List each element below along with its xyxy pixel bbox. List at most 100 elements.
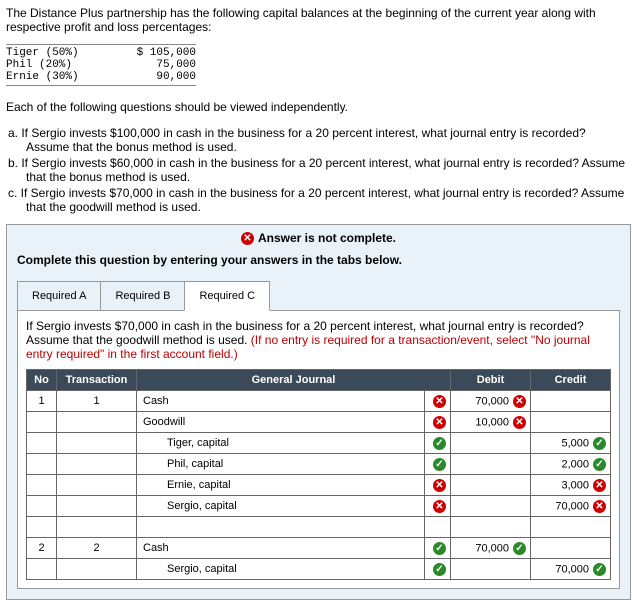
- check-icon: ✓: [433, 458, 446, 471]
- part-c: c. If Sergio invests $70,000 in cash in …: [8, 186, 631, 214]
- check-icon: ✓: [433, 563, 446, 576]
- table-row: Ernie, capital✕3,000✕: [27, 475, 611, 496]
- cell[interactable]: [27, 433, 57, 454]
- check-icon: ✓: [433, 437, 446, 450]
- x-icon: ✕: [593, 500, 606, 513]
- cell[interactable]: [57, 454, 137, 475]
- cell[interactable]: ✓: [425, 454, 451, 475]
- cell[interactable]: 70,000✓: [451, 538, 531, 559]
- cell[interactable]: [27, 412, 57, 433]
- tab-required-c[interactable]: Required C: [184, 281, 270, 311]
- cell[interactable]: 2: [57, 538, 137, 559]
- check-icon: ✓: [593, 458, 606, 471]
- cell[interactable]: Cash: [137, 538, 425, 559]
- x-icon: ✕: [513, 416, 526, 429]
- tab-required-a[interactable]: Required A: [17, 281, 101, 311]
- cell[interactable]: ✕: [425, 391, 451, 412]
- cell[interactable]: [531, 517, 611, 538]
- cell[interactable]: ✓: [425, 538, 451, 559]
- cell[interactable]: [27, 559, 57, 580]
- cell[interactable]: [425, 517, 451, 538]
- x-icon: ✕: [433, 416, 446, 429]
- cell[interactable]: [451, 559, 531, 580]
- tabs: Required A Required B Required C: [7, 281, 630, 311]
- cell[interactable]: ✓: [425, 433, 451, 454]
- balance-amount: $ 105,000: [116, 47, 196, 59]
- intro-text: The Distance Plus partnership has the fo…: [6, 6, 631, 34]
- cell[interactable]: [451, 496, 531, 517]
- cell[interactable]: 2: [27, 538, 57, 559]
- cell[interactable]: [137, 517, 425, 538]
- cell[interactable]: Cash: [137, 391, 425, 412]
- complete-instruction: Complete this question by entering your …: [7, 253, 630, 277]
- x-icon: ✕: [433, 500, 446, 513]
- cell[interactable]: [451, 475, 531, 496]
- col-credit: Credit: [531, 370, 611, 391]
- cell[interactable]: Goodwill: [137, 412, 425, 433]
- balance-amount: 75,000: [116, 59, 196, 71]
- cell[interactable]: ✕: [425, 412, 451, 433]
- x-icon: ✕: [433, 395, 446, 408]
- table-row: 22Cash✓70,000✓: [27, 538, 611, 559]
- cell[interactable]: 5,000✓: [531, 433, 611, 454]
- cell[interactable]: [27, 454, 57, 475]
- part-b: b. If Sergio invests $60,000 in cash in …: [8, 156, 631, 184]
- cell[interactable]: [57, 517, 137, 538]
- cell[interactable]: 1: [57, 391, 137, 412]
- scenario-text: If Sergio invests $70,000 in cash in the…: [26, 319, 611, 361]
- cell[interactable]: Ernie, capital: [137, 475, 425, 496]
- balance-name: Phil (20%): [6, 59, 116, 71]
- check-icon: ✓: [513, 542, 526, 555]
- table-row: Phil, capital✓2,000✓: [27, 454, 611, 475]
- table-row: Goodwill✕10,000✕: [27, 412, 611, 433]
- cell[interactable]: [27, 517, 57, 538]
- cell[interactable]: 70,000✕: [451, 391, 531, 412]
- col-gj: General Journal: [137, 370, 451, 391]
- cell[interactable]: [57, 412, 137, 433]
- cell[interactable]: [57, 433, 137, 454]
- answer-box: ✕Answer is not complete. Complete this q…: [6, 224, 631, 600]
- table-row: Sergio, capital✕70,000✕: [27, 496, 611, 517]
- cell[interactable]: Sergio, capital: [137, 496, 425, 517]
- cell[interactable]: ✓: [425, 559, 451, 580]
- cell[interactable]: [451, 433, 531, 454]
- cell[interactable]: 3,000✕: [531, 475, 611, 496]
- cell[interactable]: [531, 412, 611, 433]
- balance-amount: 90,000: [116, 71, 196, 83]
- cell[interactable]: 70,000✓: [531, 559, 611, 580]
- col-debit: Debit: [451, 370, 531, 391]
- x-icon: ✕: [241, 232, 254, 245]
- cell[interactable]: Tiger, capital: [137, 433, 425, 454]
- balance-name: Tiger (50%): [6, 47, 116, 59]
- x-icon: ✕: [433, 479, 446, 492]
- cell[interactable]: Sergio, capital: [137, 559, 425, 580]
- part-a: a. If Sergio invests $100,000 in cash in…: [8, 126, 631, 154]
- cell[interactable]: ✕: [425, 496, 451, 517]
- journal-table: No Transaction General Journal Debit Cre…: [26, 369, 611, 580]
- independent-note: Each of the following questions should b…: [6, 100, 631, 114]
- cell[interactable]: ✕: [425, 475, 451, 496]
- table-row: Sergio, capital✓70,000✓: [27, 559, 611, 580]
- cell[interactable]: [57, 496, 137, 517]
- cell[interactable]: 1: [27, 391, 57, 412]
- cell[interactable]: 10,000✕: [451, 412, 531, 433]
- cell[interactable]: Phil, capital: [137, 454, 425, 475]
- cell[interactable]: [531, 391, 611, 412]
- cell[interactable]: [451, 517, 531, 538]
- table-row: 11Cash✕70,000✕: [27, 391, 611, 412]
- cell[interactable]: 2,000✓: [531, 454, 611, 475]
- cell[interactable]: [531, 538, 611, 559]
- balances-table: Tiger (50%) $ 105,000 Phil (20%) 75,000 …: [6, 44, 196, 86]
- tab-required-b[interactable]: Required B: [100, 281, 185, 311]
- tab-body: If Sergio invests $70,000 in cash in the…: [17, 310, 620, 589]
- cell[interactable]: [27, 496, 57, 517]
- check-icon: ✓: [593, 563, 606, 576]
- cell[interactable]: [27, 475, 57, 496]
- cell[interactable]: [451, 454, 531, 475]
- table-row: Tiger, capital ✓ 5,000✓: [27, 433, 611, 454]
- cell[interactable]: [57, 559, 137, 580]
- cell[interactable]: 70,000✕: [531, 496, 611, 517]
- x-icon: ✕: [593, 479, 606, 492]
- cell[interactable]: [57, 475, 137, 496]
- balance-name: Ernie (30%): [6, 71, 116, 83]
